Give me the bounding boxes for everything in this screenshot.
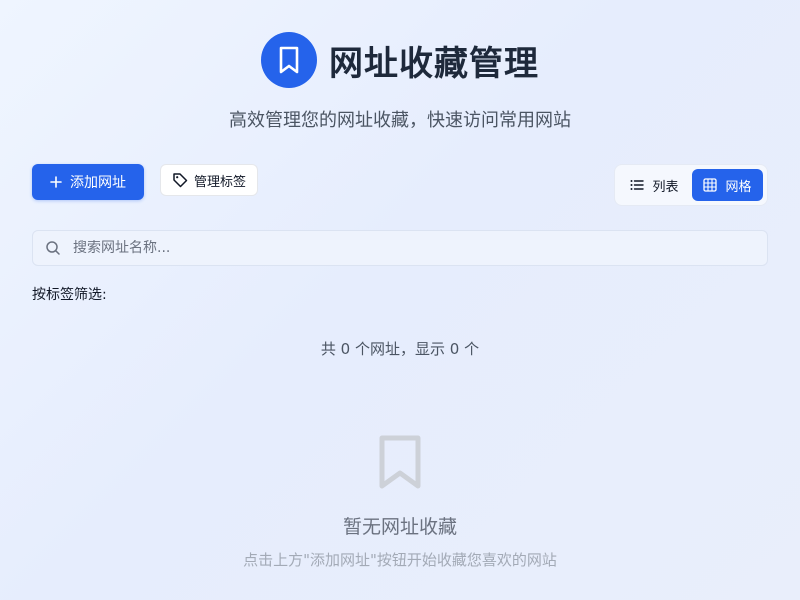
app-header: 网址收藏管理 <box>0 32 800 88</box>
add-url-label: 添加网址 <box>70 175 126 191</box>
page-title: 网址收藏管理 <box>329 43 539 84</box>
list-icon <box>630 180 645 190</box>
empty-state-hint: 点击上方"添加网址"按钮开始收藏您喜欢的网站 <box>243 551 557 569</box>
result-count: 共 0 个网址，显示 0 个 <box>320 340 480 358</box>
bookmark-icon <box>279 46 299 74</box>
search-icon <box>46 241 60 255</box>
view-toggle: 列表 网格 <box>614 164 768 206</box>
app-logo <box>261 32 317 88</box>
empty-state-title: 暂无网址收藏 <box>342 516 457 538</box>
add-url-button[interactable]: 添加网址 <box>32 164 144 200</box>
tag-filter-label: 按标签筛选: <box>32 287 107 303</box>
plus-icon <box>50 176 62 188</box>
tag-icon <box>173 173 188 188</box>
manage-tags-label: 管理标签 <box>193 174 246 190</box>
manage-tags-button[interactable]: 管理标签 <box>160 164 258 196</box>
list-view-label: 列表 <box>652 179 679 195</box>
grid-icon <box>703 178 718 192</box>
empty-bookmark-icon <box>379 435 421 489</box>
grid-view-label: 网格 <box>725 179 752 195</box>
list-view-button[interactable]: 列表 <box>619 169 690 201</box>
search-input[interactable] <box>73 240 753 256</box>
grid-view-button[interactable]: 网格 <box>692 169 763 201</box>
search-bar <box>32 230 768 266</box>
page-subtitle: 高效管理您的网址收藏，快速访问常用网站 <box>229 110 571 131</box>
